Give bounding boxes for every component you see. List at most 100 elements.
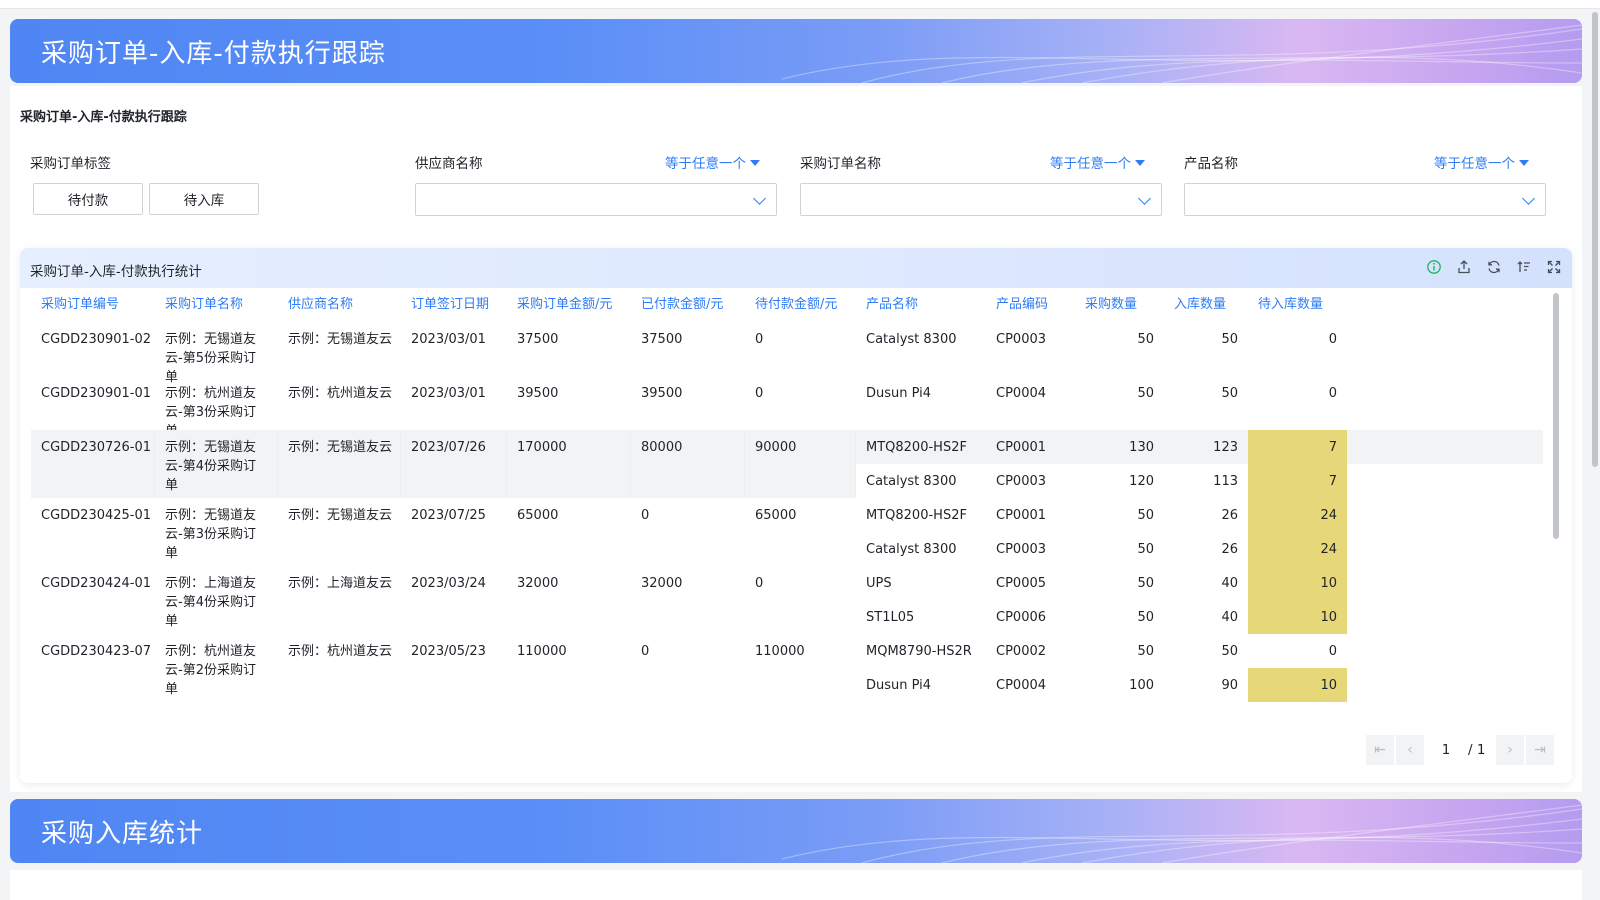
order-no-cell: CGDD230423-07 [41,644,152,659]
order-no-cell: CGDD230424-01 [41,576,152,591]
section-title: 采购订单-入库-付款执行跟踪 [20,110,187,125]
page-scrollbar-thumb[interactable] [1592,12,1598,467]
date-cell: 2023/05/23 [411,644,486,659]
sort-icon[interactable] [1516,259,1532,275]
section-banner-inbound: 采购入库统计 [10,799,1582,863]
order-no-cell: CGDD230726-01 [41,440,152,455]
unpaid-cell: 0 [755,332,764,347]
date-cell: 2023/03/01 [411,332,486,347]
banner-wave-decoration [782,24,1582,83]
inbound-cell: 26 [1221,508,1238,523]
supplier-cell: 示例：无锡道友云 [288,440,393,455]
next-page-button[interactable]: › [1496,735,1524,765]
inbound-cell: 123 [1213,440,1238,455]
banner-title: 采购入库统计 [41,819,204,849]
order-no-cell: CGDD230901-02 [41,332,152,347]
paid-cell: 80000 [641,440,683,455]
unpaid-cell: 90000 [755,440,797,455]
column-header[interactable]: 待付款金额/元 [745,288,856,322]
qty-cell: 120 [1129,474,1154,489]
inbound-cell: 50 [1221,332,1238,347]
filter-operator-order-name[interactable]: 等于任意一个 [1050,152,1145,172]
column-header[interactable]: 产品编码 [986,288,1075,322]
filter-operator-supplier[interactable]: 等于任意一个 [665,152,760,172]
table-header: 采购订单编号 采购订单名称 供应商名称 订单签订日期 采购订单金额/元 已付款金额/元 待付… [31,288,1543,322]
amount-cell: 37500 [517,332,559,347]
column-header[interactable]: 供应商名称 [278,288,401,322]
banner-wave-decoration [782,804,1582,863]
inbound-cell: 50 [1221,644,1238,659]
unpaid-cell: 110000 [755,644,805,659]
card-title: 采购订单-入库-付款执行统计 [30,264,202,280]
column-header[interactable]: 订单签订日期 [401,288,507,322]
product-code-cell: CP0003 [996,474,1047,489]
paid-cell: 0 [641,508,650,523]
total-pages: / 1 [1468,742,1486,758]
current-page[interactable]: 1 [1426,742,1466,758]
date-cell: 2023/07/26 [411,440,486,455]
fullscreen-icon[interactable] [1546,259,1562,275]
last-page-button[interactable]: ⇥ [1526,735,1554,765]
inbound-cell: 90 [1221,678,1238,693]
order-name-cell: 示例：无锡道友云-第3份采购订单 [165,508,257,561]
product-code-cell: CP0004 [996,386,1047,401]
info-icon[interactable] [1426,259,1442,275]
column-header[interactable]: 已付款金额/元 [631,288,745,322]
amount-cell: 65000 [517,508,559,523]
qty-cell: 100 [1129,678,1154,693]
product-code-cell: CP0006 [996,610,1047,625]
paid-cell: 39500 [641,386,683,401]
unpaid-cell: 65000 [755,508,797,523]
amount-cell: 110000 [517,644,567,659]
pending-cell: 0 [1328,332,1337,347]
filter-operator-product[interactable]: 等于任意一个 [1434,152,1529,172]
pending-cell: 0 [1328,386,1337,401]
tag-option-pending-inbound[interactable]: 待入库 [149,183,259,215]
amount-cell: 39500 [517,386,559,401]
date-cell: 2023/03/24 [411,576,486,591]
product-select[interactable] [1184,183,1546,216]
column-header[interactable]: 采购订单编号 [31,288,155,322]
unpaid-cell: 0 [755,386,764,401]
table-scrollbar-thumb[interactable] [1553,293,1559,539]
supplier-select[interactable] [415,183,777,216]
pending-cell: 7 [1248,430,1347,464]
supplier-cell: 示例：杭州道友云 [288,644,393,659]
paid-cell: 37500 [641,332,683,347]
supplier-cell: 示例：无锡道友云 [288,508,393,523]
inbound-cell: 26 [1221,542,1238,557]
order-name-select[interactable] [800,183,1162,216]
first-page-button[interactable]: ⇤ [1366,735,1394,765]
product-code-cell: CP0004 [996,678,1047,693]
product-code-cell: CP0003 [996,332,1047,347]
column-header[interactable]: 采购订单金额/元 [507,288,631,322]
chevron-down-icon [753,192,766,205]
column-header[interactable]: 采购订单名称 [155,288,278,322]
caret-down-icon [750,160,760,166]
chevron-down-icon [1138,192,1151,205]
column-header[interactable]: 入库数量 [1164,288,1248,322]
amount-cell: 170000 [517,440,567,455]
qty-cell: 50 [1137,610,1154,625]
supplier-cell: 示例：上海道友云 [288,576,393,591]
pending-cell: 0 [1328,644,1337,659]
column-header[interactable]: 待入库数量 [1248,288,1347,322]
export-icon[interactable] [1456,259,1472,275]
card-header: 采购订单-入库-付款执行统计 [20,248,1572,288]
inbound-cell: 113 [1213,474,1238,489]
product-name-cell: Dusun Pi4 [866,386,932,401]
prev-page-button[interactable]: ‹ [1396,735,1424,765]
inbound-cell: 50 [1221,386,1238,401]
tag-option-pending-payment[interactable]: 待付款 [33,183,143,215]
qty-cell: 50 [1137,644,1154,659]
filter-label-product: 产品名称 [1184,156,1238,172]
qty-cell: 130 [1129,440,1154,455]
column-header[interactable]: 采购数量 [1075,288,1164,322]
refresh-icon[interactable] [1486,259,1502,275]
product-name-cell: Catalyst 8300 [866,542,957,557]
table-body: CGDD230901-02 示例：无锡道友云-第5份采购订单 示例：无锡道友云 202… [31,322,1543,712]
order-name-cell: 示例：无锡道友云-第4份采购订单 [165,440,257,493]
section-banner-tracking: 采购订单-入库-付款执行跟踪 [10,19,1582,83]
column-header[interactable]: 产品名称 [856,288,986,322]
filter-label-supplier: 供应商名称 [415,156,483,172]
